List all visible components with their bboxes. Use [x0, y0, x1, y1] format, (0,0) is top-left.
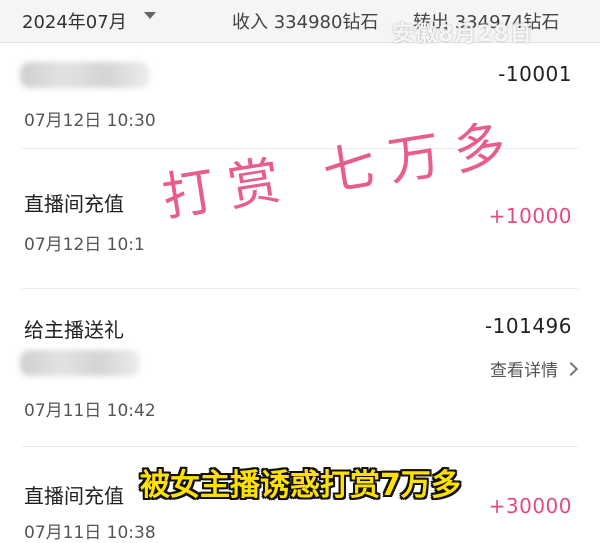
record-title: 直播间充值	[24, 192, 124, 216]
record-time: 07月11日 10:42	[24, 401, 156, 421]
record-title: 直播间充值	[24, 484, 124, 508]
summary-header: 2024年07月 收入 334980钻石 转出 334974钻石 安徽8月28日	[0, 0, 600, 47]
news-caption: 被女主播诱惑打赏7万多	[140, 468, 461, 503]
blurred-username	[20, 350, 140, 376]
record-amount: +30000	[488, 494, 572, 518]
record-time: 07月11日 10:38	[24, 523, 156, 543]
income-total: 收入 334980钻石	[232, 12, 379, 33]
view-details-link[interactable]: 查看详情	[490, 356, 579, 381]
chevron-down-icon[interactable]	[144, 12, 156, 19]
divider	[22, 288, 578, 289]
divider	[22, 446, 578, 447]
record-amount: +10000	[488, 204, 572, 228]
record-time: 07月12日 10:1	[24, 235, 145, 255]
record-amount: -101496	[484, 314, 572, 338]
record-amount: -10001	[498, 62, 572, 86]
view-details-label: 查看详情	[490, 361, 558, 381]
chevron-right-icon	[563, 361, 579, 377]
list-item[interactable]: 给主播送礼 -101496 查看详情 07月11日 10:42	[0, 290, 600, 440]
record-time: 07月12日 10:30	[24, 111, 156, 131]
month-selector[interactable]: 2024年07月	[22, 8, 127, 34]
blurred-username	[20, 62, 150, 88]
record-title: 给主播送礼	[24, 318, 124, 342]
